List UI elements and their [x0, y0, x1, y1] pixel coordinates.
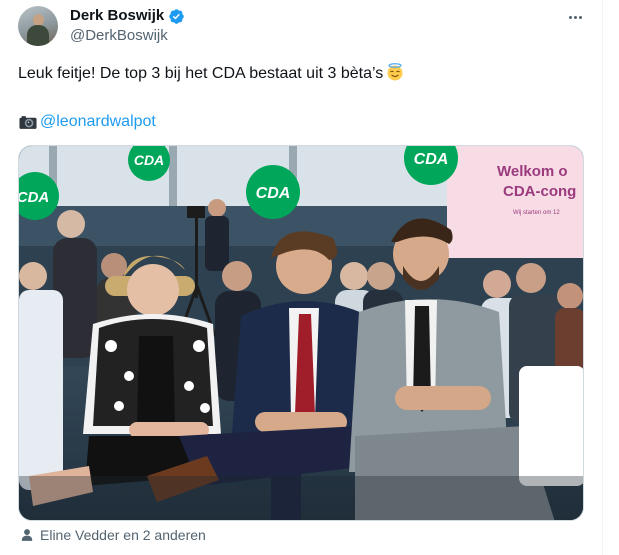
tweet-text-content: Leuk feitje! De top 3 bij het CDA bestaa…: [18, 65, 384, 82]
smiling-face-with-halo-icon: [387, 63, 403, 81]
screen-text-2: CDA-cong: [503, 183, 576, 200]
person-icon: [21, 529, 33, 541]
tweet: Derk Boswijk @DerkBoswijk Leuk feitje! D…: [0, 0, 603, 555]
avatar-body: [27, 25, 49, 46]
author-handle[interactable]: @DerkBoswijk: [70, 27, 168, 45]
author-display-name[interactable]: Derk Boswijk: [70, 7, 164, 25]
tagged-people[interactable]: Eline Vedder en 2 anderen: [20, 527, 206, 543]
cda-sign: CDA: [246, 165, 300, 219]
avatar[interactable]: [18, 6, 58, 46]
tagged-people-text: Eline Vedder en 2 anderen: [40, 527, 206, 543]
svg-text:CDA: CDA: [19, 189, 49, 206]
svg-text:CDA: CDA: [134, 152, 164, 168]
screen-text-3: Wij starten om 12: [513, 210, 560, 216]
photo-credit: @leonardwalpot: [18, 112, 156, 132]
svg-text:CDA: CDA: [414, 151, 449, 168]
photo-scene: Welkom o CDA-cong Wij starten om 12 CDA …: [19, 146, 583, 520]
more-dot: [573, 15, 577, 19]
author-name-row: Derk Boswijk: [70, 7, 185, 25]
camera-icon: [19, 116, 37, 129]
more-dot: [578, 15, 582, 19]
tweet-photo[interactable]: Welkom o CDA-cong Wij starten om 12 CDA …: [18, 145, 584, 521]
screen-text-1: Welkom o: [497, 163, 568, 180]
more-dot: [568, 15, 572, 19]
svg-text:CDA: CDA: [256, 185, 291, 202]
tweet-text: Leuk feitje! De top 3 bij het CDA bestaa…: [18, 63, 404, 84]
verified-badge-icon[interactable]: [168, 8, 185, 25]
photo-credit-mention[interactable]: @leonardwalpot: [40, 112, 156, 132]
more-options-icon[interactable]: [564, 10, 586, 24]
